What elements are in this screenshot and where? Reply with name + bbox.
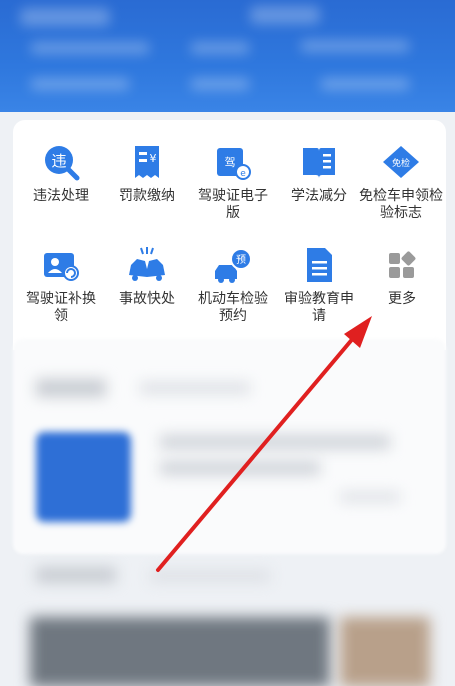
license-renew-icon xyxy=(44,253,79,281)
service-label: 学法减分 xyxy=(291,188,347,204)
service-item-inspection-exempt[interactable]: 免检 免检车申领检验标志 xyxy=(356,142,446,242)
service-label: 驾驶证补换领 xyxy=(26,291,96,324)
service-label: 更多 xyxy=(388,291,416,307)
svg-text:违: 违 xyxy=(51,152,66,170)
service-item-violation[interactable]: 违 违法处理 xyxy=(18,142,104,242)
document-icon xyxy=(307,248,332,282)
blurred-header xyxy=(0,0,455,112)
service-label: 免检车申领检验标志 xyxy=(359,188,443,221)
service-label: 违法处理 xyxy=(33,188,89,204)
svg-text:¥: ¥ xyxy=(150,152,157,165)
service-label: 驾驶证电子版 xyxy=(198,188,268,221)
fine-receipt-icon: ¥ xyxy=(135,146,159,178)
service-grid-card: 违 违法处理 ¥ 罚款缴纳 驾 e 驾驶证电子版 学法减分 免检 免检车申领检验… xyxy=(13,120,446,350)
service-label: 机动车检验预约 xyxy=(198,291,268,324)
inspection-exempt-icon: 免检 xyxy=(383,146,419,178)
service-item-study-deduct[interactable]: 学法减分 xyxy=(276,142,362,242)
e-license-icon: 驾 e xyxy=(217,148,251,180)
more-grid-icon xyxy=(389,251,416,278)
service-label: 审验教育申请 xyxy=(284,291,354,324)
service-label: 罚款缴纳 xyxy=(119,188,175,204)
svg-text:预: 预 xyxy=(236,254,246,266)
service-label: 事故快处 xyxy=(119,291,175,307)
violation-search-icon: 违 xyxy=(45,146,80,181)
service-item-fine-payment[interactable]: ¥ 罚款缴纳 xyxy=(104,142,190,242)
blurred-feed xyxy=(0,327,455,686)
svg-text:e: e xyxy=(240,169,246,179)
svg-text:免检: 免检 xyxy=(392,157,410,169)
vehicle-appointment-icon: 预 xyxy=(215,248,252,283)
open-book-icon xyxy=(303,148,335,178)
car-accident-icon xyxy=(129,247,165,281)
service-item-e-license[interactable]: 驾 e 驾驶证电子版 xyxy=(190,142,276,242)
svg-text:驾: 驾 xyxy=(225,156,236,169)
